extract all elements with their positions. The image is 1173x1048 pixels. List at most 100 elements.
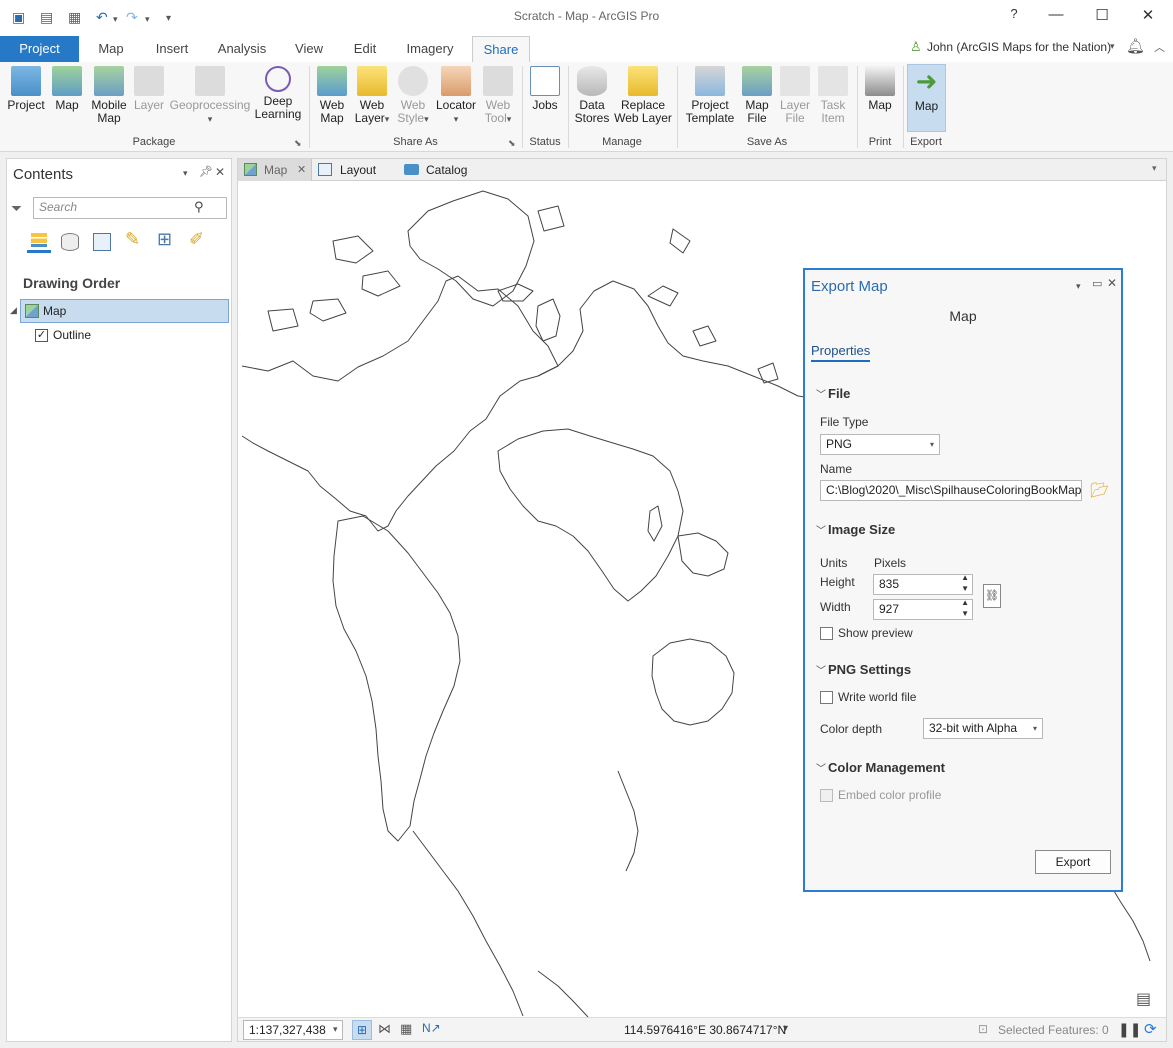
refresh-icon[interactable]: ⟳	[1144, 1020, 1157, 1038]
export-pane-options-icon[interactable]: ▾	[1076, 281, 1081, 292]
package-deep-learning-button[interactable]: Deep Learning	[252, 66, 304, 121]
browse-folder-icon[interactable]: 📂︎	[1090, 481, 1109, 499]
share-web-layer-button[interactable]: Web Layer▾	[352, 66, 392, 126]
export-source-name: Map	[949, 308, 977, 324]
write-world-file-checkbox[interactable]	[820, 691, 833, 704]
snapping-toggle-icon[interactable]: ⊞	[352, 1020, 372, 1040]
pause-drawing-icon[interactable]: ❚❚	[1118, 1021, 1141, 1038]
grid-toggle-icon[interactable]: ⋈	[378, 1021, 391, 1037]
tab-insert[interactable]: Insert	[148, 40, 196, 62]
map-overlay-table-icon[interactable]: ▤	[1136, 989, 1151, 1009]
close-icon[interactable]: ✕	[1138, 6, 1158, 24]
notification-bell-icon[interactable]: 🔔︎	[1126, 37, 1145, 55]
minimize-icon[interactable]: —	[1046, 6, 1066, 23]
save-project-template-button[interactable]: Project Template	[682, 66, 738, 125]
show-preview-checkbox[interactable]	[820, 627, 833, 640]
share-locator-button[interactable]: Locator ▾	[434, 66, 478, 126]
north-arrow-icon[interactable]: N↗	[422, 1021, 441, 1035]
user-dropdown-icon[interactable]: ▾	[1110, 41, 1115, 52]
save-task-item-button[interactable]: Task Item	[815, 66, 851, 125]
ribbon-collapse-icon[interactable]: ︿	[1154, 39, 1165, 55]
view-tab-catalog[interactable]: Catalog	[404, 159, 484, 181]
image-size-chevron-icon[interactable]: ﹀	[816, 522, 826, 537]
share-web-map-button[interactable]: Web Map	[313, 66, 351, 125]
help-icon[interactable]: ?	[1004, 6, 1024, 21]
file-section-chevron-icon[interactable]: ﹀	[816, 386, 826, 401]
width-input[interactable]: 927 ▲ ▼	[873, 599, 973, 620]
export-pane-close-icon[interactable]: ✕	[1107, 276, 1117, 290]
embed-color-profile-checkbox[interactable]	[820, 789, 833, 802]
package-project-button[interactable]: Project	[4, 66, 48, 112]
save-map-file-button[interactable]: Map File	[739, 66, 775, 125]
contents-title: Contents	[13, 166, 74, 183]
print-map-button[interactable]: Map	[861, 66, 899, 112]
filter-icon[interactable]: ⏷	[11, 200, 22, 217]
units-value[interactable]: Pixels	[874, 556, 906, 570]
width-spinner-icon[interactable]: ▲ ▼	[961, 600, 969, 619]
collapse-map-icon[interactable]: ◢	[10, 305, 17, 316]
tab-project[interactable]: Project	[0, 36, 79, 62]
share-as-launcher-icon[interactable]: ⬊	[508, 138, 516, 149]
manage-replace-web-layer-button[interactable]: Replace Web Layer	[614, 66, 672, 125]
tab-properties[interactable]: Properties	[811, 343, 871, 362]
selected-features-count[interactable]: Selected Features: 0	[998, 1023, 1109, 1037]
share-web-style-button[interactable]: Web Style▾	[393, 66, 433, 126]
package-launcher-icon[interactable]: ⬊	[294, 138, 302, 149]
search-icon[interactable]: ⚲	[194, 199, 204, 215]
scale-combobox[interactable]: 1:137,327,438	[243, 1020, 343, 1040]
list-by-selection-icon[interactable]	[93, 233, 111, 251]
package-mobile-map-button[interactable]: Mobile Map	[86, 66, 132, 125]
user-name[interactable]: John (ArcGIS Maps for the Nation)	[927, 40, 1111, 54]
file-name-input[interactable]: C:\Blog\2020\_Misc\SpilhauseColoringBook…	[820, 480, 1082, 501]
view-tab-map[interactable]: Map ✕	[238, 159, 312, 181]
export-pane-maximize-icon[interactable]: ▭	[1092, 277, 1102, 290]
list-by-editing-icon[interactable]: ✎	[125, 229, 140, 250]
status-jobs-button[interactable]: Jobs	[526, 66, 564, 112]
layer-item-map[interactable]: Map	[20, 299, 229, 323]
package-geoprocessing-button[interactable]: Geoprocessing ▾	[168, 66, 252, 126]
manage-data-stores-button[interactable]: Data Stores	[572, 66, 612, 125]
view-tab-close-icon[interactable]: ✕	[297, 159, 306, 181]
height-spinner-icon[interactable]: ▲ ▼	[961, 575, 969, 594]
color-management-section-header[interactable]: Color Management	[828, 760, 945, 775]
package-layer-button[interactable]: Layer	[132, 66, 166, 112]
save-layer-file-button[interactable]: Layer File	[776, 66, 814, 125]
export-button[interactable]: Export	[1035, 850, 1111, 874]
scale-dropdown-icon[interactable]: ▾	[333, 1024, 338, 1035]
show-preview-label[interactable]: Show preview	[838, 626, 913, 640]
file-section-header[interactable]: File	[828, 386, 850, 401]
list-by-snapping-icon[interactable]: ⊞	[157, 229, 172, 250]
pin-icon[interactable]: 📌︎	[199, 165, 213, 178]
jobs-icon	[530, 66, 560, 96]
list-by-drawing-order-icon[interactable]	[27, 229, 51, 253]
list-by-labeling-icon[interactable]: ✐	[189, 229, 204, 250]
layer-name-outline[interactable]: Outline	[53, 328, 91, 342]
image-size-section-header[interactable]: Image Size	[828, 522, 895, 537]
maximize-icon[interactable]: ☐	[1092, 6, 1112, 24]
png-settings-section-header[interactable]: PNG Settings	[828, 662, 911, 677]
package-map-button[interactable]: Map	[50, 66, 84, 112]
file-type-select[interactable]: PNG ▾	[820, 434, 940, 455]
lock-aspect-ratio-icon[interactable]: ⛓︎	[983, 584, 1001, 608]
tab-imagery[interactable]: Imagery	[400, 40, 460, 62]
color-depth-select[interactable]: 32-bit with Alpha ▾	[923, 718, 1043, 739]
tab-edit[interactable]: Edit	[346, 40, 384, 62]
export-map-button[interactable]: ➜ Map	[907, 64, 946, 132]
view-tab-layout[interactable]: Layout	[318, 159, 398, 181]
list-by-data-source-icon[interactable]	[61, 233, 79, 251]
height-input[interactable]: 835 ▲ ▼	[873, 574, 973, 595]
tab-analysis[interactable]: Analysis	[212, 40, 272, 62]
pane-options-icon[interactable]: ▾	[183, 168, 188, 179]
table-toggle-icon[interactable]: ▦	[400, 1021, 412, 1037]
png-settings-chevron-icon[interactable]: ﹀	[816, 662, 826, 677]
color-management-chevron-icon[interactable]: ﹀	[816, 760, 826, 775]
outline-visibility-checkbox[interactable]: ✓	[35, 329, 48, 342]
write-world-file-label[interactable]: Write world file	[838, 690, 916, 704]
tab-share[interactable]: Share	[472, 36, 530, 63]
tab-map[interactable]: Map	[90, 40, 132, 62]
pane-close-icon[interactable]: ✕	[215, 165, 225, 179]
tab-view[interactable]: View	[288, 40, 330, 62]
share-web-tool-button[interactable]: Web Tool▾	[478, 66, 518, 126]
coordinate-dropdown-icon[interactable]: ▾	[783, 1023, 788, 1034]
view-tabs-dropdown-icon[interactable]: ▾	[1152, 163, 1157, 174]
